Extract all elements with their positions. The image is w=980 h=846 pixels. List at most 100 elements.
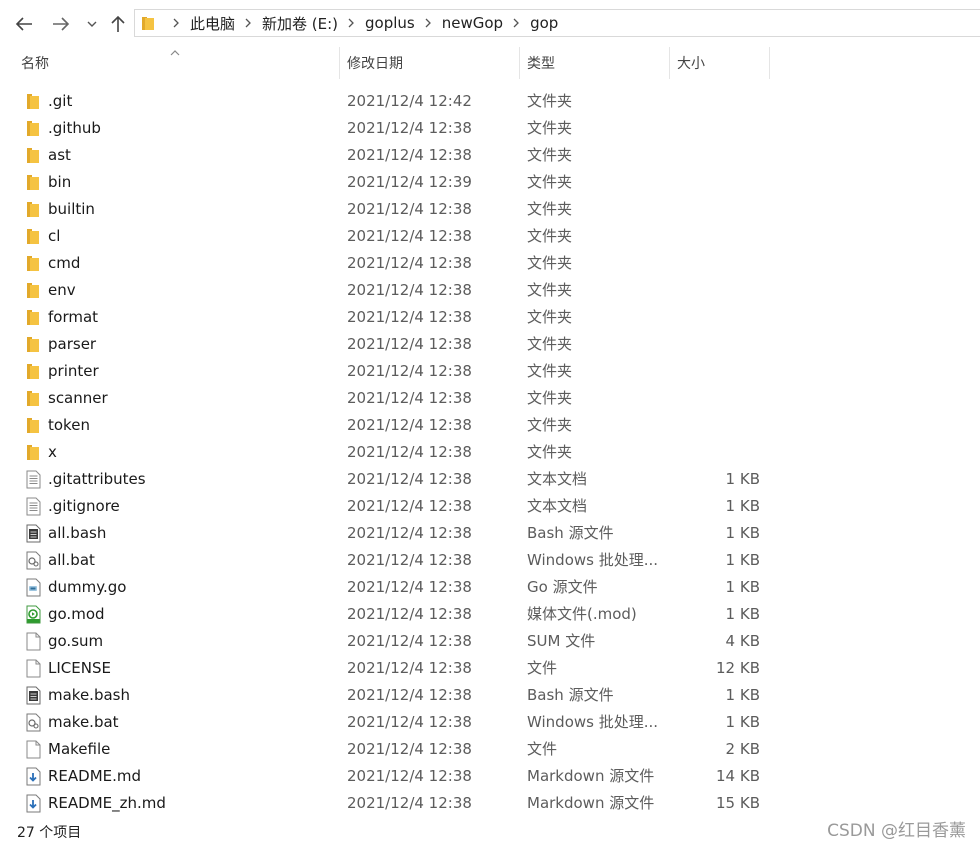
recent-locations-button[interactable] [82,9,102,39]
file-row[interactable]: format 2021/12/4 12:38 文件夹 [0,304,980,331]
folder-icon [141,15,155,31]
breadcrumb-this-pc[interactable]: 此电脑 [190,13,235,34]
file-row[interactable]: token 2021/12/4 12:38 文件夹 [0,412,980,439]
breadcrumb-goplus[interactable]: goplus [365,14,415,32]
file-type: 文件夹 [527,227,573,245]
file-name: parser [48,335,97,353]
file-name: all.bash [48,524,107,542]
file-name: format [48,308,99,326]
file-row[interactable]: ast 2021/12/4 12:38 文件夹 [0,142,980,169]
file-type: 文件夹 [527,200,573,218]
file-row[interactable]: builtin 2021/12/4 12:38 文件夹 [0,196,980,223]
file-type: Markdown 源文件 [527,794,655,812]
folder-icon [24,416,42,435]
file-modified-date: 2021/12/4 12:39 [347,173,472,191]
file-row[interactable]: dummy.go 2021/12/4 12:38 Go 源文件 1 KB [0,574,980,601]
file-row[interactable]: all.bash 2021/12/4 12:38 Bash 源文件 1 KB [0,520,980,547]
file-modified-date: 2021/12/4 12:38 [347,551,472,569]
file-row[interactable]: make.bat 2021/12/4 12:38 Windows 批处理... 1 K… [0,709,980,736]
file-type: 文本文档 [527,470,588,488]
file-name: env [48,281,76,299]
file-modified-date: 2021/12/4 12:38 [347,389,472,407]
file-modified-date: 2021/12/4 12:38 [347,227,472,245]
column-divider[interactable] [339,47,340,79]
chevron-right-icon[interactable] [513,18,520,28]
file-row[interactable]: .gitattributes 2021/12/4 12:38 文本文档 1 KB [0,466,980,493]
file-name: token [48,416,90,434]
chevron-right-icon[interactable] [348,18,355,28]
file-row[interactable]: .git 2021/12/4 12:42 文件夹 [0,88,980,115]
file-modified-date: 2021/12/4 12:38 [347,416,472,434]
forward-button[interactable] [46,9,76,39]
file-modified-date: 2021/12/4 12:38 [347,740,472,758]
blank-file-icon [24,659,42,678]
column-divider[interactable] [769,47,770,79]
column-divider[interactable] [669,47,670,79]
file-row[interactable]: bin 2021/12/4 12:39 文件夹 [0,169,980,196]
file-row[interactable]: README.md 2021/12/4 12:38 Markdown 源文件 14 K… [0,763,980,790]
file-name: dummy.go [48,578,127,596]
file-row[interactable]: scanner 2021/12/4 12:38 文件夹 [0,385,980,412]
file-row[interactable]: .github 2021/12/4 12:38 文件夹 [0,115,980,142]
file-row[interactable]: x 2021/12/4 12:38 文件夹 [0,439,980,466]
file-name: builtin [48,200,95,218]
column-header-row: 名称 修改日期 类型 大小 [0,47,980,79]
column-header-date[interactable]: 修改日期 [347,47,519,79]
file-size: 1 KB [725,470,760,488]
file-modified-date: 2021/12/4 12:38 [347,497,472,515]
file-row[interactable]: README_zh.md 2021/12/4 12:38 Markdown 源文件 1… [0,790,980,817]
file-modified-date: 2021/12/4 12:38 [347,281,472,299]
file-explorer-window: 此电脑 新加卷 (E:) goplus newGop gop 名称 修改日期 类… [0,0,980,846]
folder-icon [24,254,42,273]
file-row[interactable]: cmd 2021/12/4 12:38 文件夹 [0,250,980,277]
folder-icon [24,92,42,111]
file-type: 文件 [527,659,558,677]
file-modified-date: 2021/12/4 12:38 [347,362,472,380]
breadcrumb-newgop[interactable]: newGop [442,14,503,32]
blank-file-icon [24,740,42,759]
file-modified-date: 2021/12/4 12:38 [347,605,472,623]
file-modified-date: 2021/12/4 12:38 [347,713,472,731]
file-row[interactable]: go.mod 2021/12/4 12:38 媒体文件(.mod) 1 KB [0,601,980,628]
column-header-size-label: 大小 [677,56,705,72]
up-button[interactable] [103,9,133,39]
column-header-size[interactable]: 大小 [677,47,769,79]
back-button[interactable] [9,9,39,39]
file-name: printer [48,362,99,380]
folder-icon [24,227,42,246]
file-row[interactable]: cl 2021/12/4 12:38 文件夹 [0,223,980,250]
column-header-type[interactable]: 类型 [527,47,669,79]
watermark: CSDN @红目香薰 [827,821,966,841]
chevron-right-icon[interactable] [245,18,252,28]
file-name: bin [48,173,72,191]
file-row[interactable]: LICENSE 2021/12/4 12:38 文件 12 KB [0,655,980,682]
folder-icon [24,146,42,165]
file-row[interactable]: Makefile 2021/12/4 12:38 文件 2 KB [0,736,980,763]
file-name: .gitattributes [48,470,146,488]
file-row[interactable]: env 2021/12/4 12:38 文件夹 [0,277,980,304]
file-size: 12 KB [716,659,760,677]
file-type: 文件夹 [527,281,573,299]
column-divider[interactable] [519,47,520,79]
file-size: 2 KB [725,740,760,758]
folder-icon [24,362,42,381]
address-bar[interactable]: 此电脑 新加卷 (E:) goplus newGop gop [134,9,980,37]
column-header-name[interactable]: 名称 [21,47,339,79]
chevron-right-icon[interactable] [425,18,432,28]
folder-icon [24,335,42,354]
file-name: all.bat [48,551,95,569]
file-name: README_zh.md [48,794,166,812]
file-row[interactable]: go.sum 2021/12/4 12:38 SUM 文件 4 KB [0,628,980,655]
breadcrumb-gop[interactable]: gop [530,14,558,32]
file-row[interactable]: printer 2021/12/4 12:38 文件夹 [0,358,980,385]
breadcrumb-drive-e[interactable]: 新加卷 (E:) [262,13,338,34]
file-modified-date: 2021/12/4 12:38 [347,686,472,704]
file-modified-date: 2021/12/4 12:38 [347,146,472,164]
file-type: 文件夹 [527,92,573,110]
file-row[interactable]: .gitignore 2021/12/4 12:38 文本文档 1 KB [0,493,980,520]
file-row[interactable]: make.bash 2021/12/4 12:38 Bash 源文件 1 KB [0,682,980,709]
markdown-file-icon [24,767,42,786]
file-row[interactable]: all.bat 2021/12/4 12:38 Windows 批处理... 1 KB [0,547,980,574]
media-file-icon [24,605,42,624]
file-row[interactable]: parser 2021/12/4 12:38 文件夹 [0,331,980,358]
